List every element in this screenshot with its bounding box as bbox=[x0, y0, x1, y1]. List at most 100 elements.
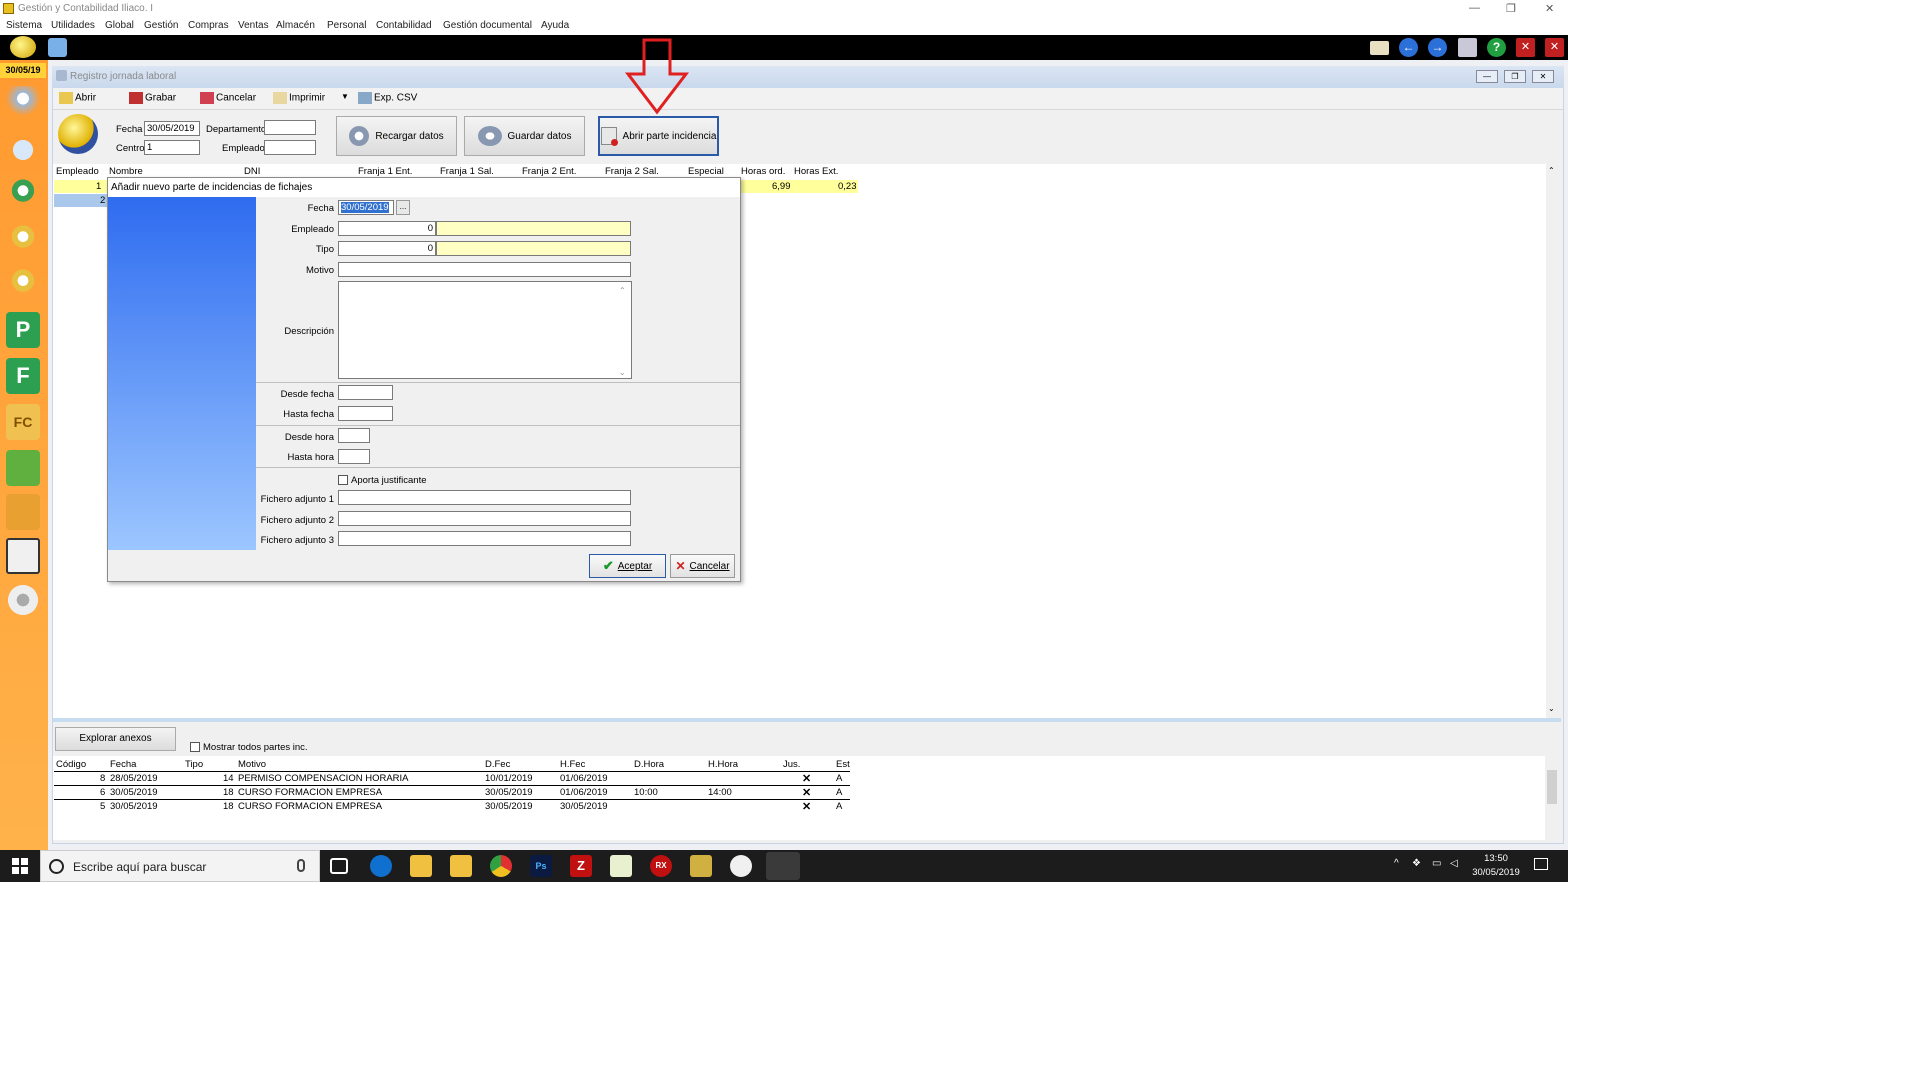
windows-list-icon[interactable] bbox=[1458, 38, 1477, 57]
dlg-desde-fecha-input[interactable] bbox=[338, 385, 393, 400]
menu-almacen[interactable]: Almacén bbox=[276, 20, 315, 31]
child-restore-icon[interactable]: ❐ bbox=[1504, 70, 1526, 83]
dlg-motivo-input[interactable] bbox=[338, 262, 631, 277]
col-horas-ext[interactable]: Horas Ext. bbox=[794, 166, 838, 177]
explorar-anexos-button[interactable]: Explorar anexos bbox=[55, 727, 176, 751]
dlg-hasta-fecha-input[interactable] bbox=[338, 406, 393, 421]
user-settings-icon[interactable] bbox=[48, 38, 67, 57]
agent-user-icon[interactable] bbox=[6, 268, 40, 304]
dlg-desde-hora-input[interactable] bbox=[338, 428, 370, 443]
child-close-icon[interactable]: ✕ bbox=[1532, 70, 1554, 83]
col-franja1-ent[interactable]: Franja 1 Ent. bbox=[358, 166, 412, 177]
file-explorer-icon[interactable] bbox=[450, 855, 472, 877]
menu-gestion[interactable]: Gestión bbox=[144, 20, 178, 31]
bcol-dhora[interactable]: D.Hora bbox=[634, 759, 664, 770]
mostrar-todos-checkbox[interactable] bbox=[190, 742, 200, 752]
col-franja2-ent[interactable]: Franja 2 Ent. bbox=[522, 166, 576, 177]
security-app-icon[interactable] bbox=[730, 855, 752, 877]
text-document-icon[interactable] bbox=[6, 132, 40, 168]
sales-bag-icon[interactable] bbox=[6, 494, 40, 530]
taskbar-search-box[interactable]: Escribe aquí para buscar bbox=[40, 850, 320, 882]
mail-icon[interactable] bbox=[1370, 41, 1389, 55]
bcol-est[interactable]: Est bbox=[836, 759, 850, 770]
photoshop-icon[interactable]: Ps bbox=[530, 855, 552, 877]
col-empleado[interactable]: Empleado bbox=[56, 166, 99, 177]
disc-icon[interactable] bbox=[6, 582, 40, 618]
dlg-aporta-checkbox[interactable] bbox=[338, 475, 348, 485]
col-franja2-sal[interactable]: Franja 2 Sal. bbox=[605, 166, 659, 177]
menu-ventas[interactable]: Ventas bbox=[238, 20, 269, 31]
back-arrow-icon[interactable]: ← bbox=[1399, 38, 1418, 57]
col-dni[interactable]: DNI bbox=[244, 166, 260, 177]
notifications-icon[interactable] bbox=[1534, 858, 1548, 870]
scroll-up-icon[interactable]: ⌃ bbox=[1548, 166, 1555, 175]
textarea-scroll-up-icon[interactable]: ⌃ bbox=[619, 284, 626, 297]
menu-sistema[interactable]: Sistema bbox=[6, 20, 42, 31]
partes-vertical-scrollbar[interactable] bbox=[1546, 758, 1558, 840]
scroll-down-icon[interactable]: ⌄ bbox=[1548, 704, 1555, 713]
menu-personal[interactable]: Personal bbox=[327, 20, 366, 31]
guardar-datos-button[interactable]: Guardar datos bbox=[464, 116, 585, 156]
cancelar-button[interactable]: Cancelar bbox=[200, 92, 256, 104]
dialog-cancelar-button[interactable]: ✕ Cancelar bbox=[670, 554, 735, 578]
network-icon[interactable]: ▭ bbox=[1432, 858, 1441, 869]
fecha-input[interactable]: 30/05/2019 bbox=[144, 121, 200, 136]
minimize-icon[interactable]: — bbox=[1469, 2, 1480, 14]
microphone-icon[interactable] bbox=[297, 859, 305, 872]
home-orb-icon[interactable] bbox=[10, 36, 36, 58]
bcol-tipo[interactable]: Tipo bbox=[185, 759, 203, 770]
task-view-icon[interactable] bbox=[330, 858, 348, 874]
help-icon[interactable]: ? bbox=[1487, 38, 1506, 57]
menu-compras[interactable]: Compras bbox=[188, 20, 229, 31]
fc-module-icon[interactable]: FC bbox=[6, 404, 40, 440]
imprimir-button[interactable]: Imprimir bbox=[273, 92, 325, 104]
user-icon[interactable] bbox=[6, 178, 40, 214]
volume-icon[interactable]: ◁ bbox=[1450, 858, 1458, 869]
dropbox-icon[interactable]: ❖ bbox=[1412, 858, 1421, 869]
menu-gestion-documental[interactable]: Gestión documental bbox=[443, 20, 532, 31]
dlg-empleado-input[interactable]: 0 bbox=[338, 221, 436, 236]
table-row[interactable] bbox=[54, 800, 850, 813]
gestion-app-icon[interactable] bbox=[690, 855, 712, 877]
aceptar-button[interactable]: ✔ Aceptar bbox=[589, 554, 666, 578]
centro-input[interactable]: 1 bbox=[144, 140, 200, 155]
purchase-bag-icon[interactable] bbox=[6, 450, 40, 486]
dlg-fecha-picker-button[interactable]: ... bbox=[396, 200, 410, 215]
dlg-fichero1-input[interactable] bbox=[338, 490, 631, 505]
forward-arrow-icon[interactable]: → bbox=[1428, 38, 1447, 57]
notepad-icon[interactable] bbox=[610, 855, 632, 877]
departamento-input[interactable] bbox=[264, 120, 316, 135]
chrome-icon[interactable] bbox=[490, 855, 512, 877]
bcol-fecha[interactable]: Fecha bbox=[110, 759, 136, 770]
p-module-icon[interactable]: P bbox=[6, 312, 40, 348]
provider-user-icon[interactable] bbox=[6, 224, 40, 260]
col-nombre[interactable]: Nombre bbox=[109, 166, 143, 177]
dlg-descripcion-textarea[interactable]: ⌃ ⌄ bbox=[338, 281, 632, 379]
close-all-icon[interactable]: ✕ bbox=[1545, 38, 1564, 57]
filezilla-icon[interactable]: Z bbox=[570, 855, 592, 877]
bcol-hhora[interactable]: H.Hora bbox=[708, 759, 738, 770]
rx-app-icon[interactable]: RX bbox=[650, 855, 672, 877]
bcol-dfec[interactable]: D.Fec bbox=[485, 759, 510, 770]
grabar-button[interactable]: Grabar bbox=[129, 92, 176, 104]
table-row[interactable] bbox=[54, 772, 850, 785]
mail-envelope-icon[interactable] bbox=[410, 855, 432, 877]
dlg-fecha-input[interactable]: 30/05/2019 bbox=[338, 200, 394, 215]
bcol-jus[interactable]: Jus. bbox=[783, 759, 800, 770]
menu-utilidades[interactable]: Utilidades bbox=[51, 20, 95, 31]
bcol-hfec[interactable]: H.Fec bbox=[560, 759, 585, 770]
active-gestion-app-icon[interactable] bbox=[766, 852, 800, 880]
recargar-datos-button[interactable]: Recargar datos bbox=[336, 116, 457, 156]
edge-browser-icon[interactable] bbox=[370, 855, 392, 877]
dlg-fichero3-input[interactable] bbox=[338, 531, 631, 546]
close-window-icon[interactable]: ✕ bbox=[1516, 38, 1535, 57]
windows-start-icon[interactable] bbox=[12, 858, 28, 874]
exp-csv-button[interactable]: Exp. CSV bbox=[358, 92, 417, 104]
child-minimize-icon[interactable]: — bbox=[1476, 70, 1498, 83]
ledger-icon[interactable] bbox=[6, 538, 40, 574]
bcol-codigo[interactable]: Código bbox=[56, 759, 86, 770]
dlg-fichero2-input[interactable] bbox=[338, 511, 631, 526]
scroll-thumb[interactable] bbox=[1547, 770, 1557, 804]
close-icon[interactable]: ✕ bbox=[1545, 2, 1554, 15]
bcol-motivo[interactable]: Motivo bbox=[238, 759, 266, 770]
